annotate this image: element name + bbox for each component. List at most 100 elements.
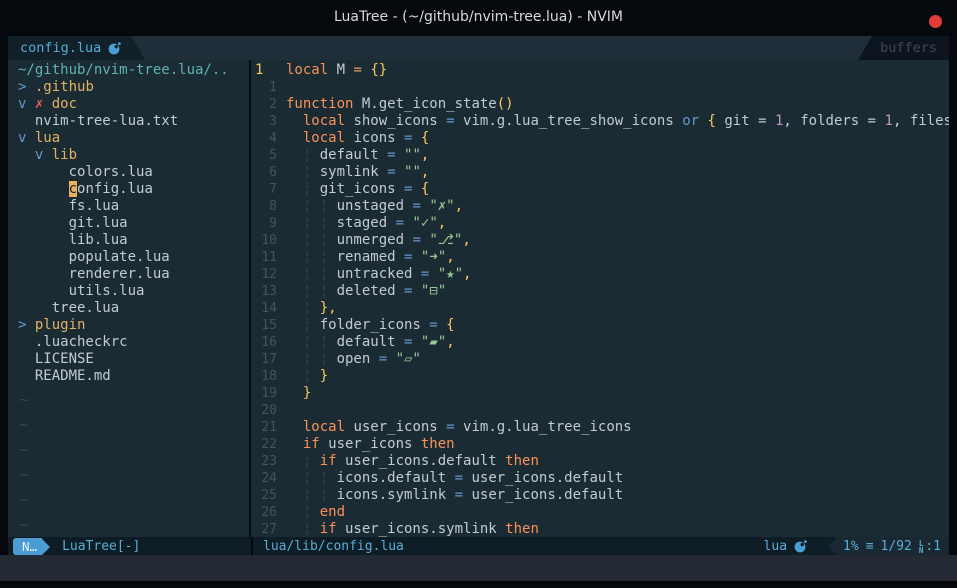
tilde-filler: ~ (20, 438, 28, 463)
filetype-label: lua (764, 537, 787, 556)
line-number: 9 (251, 215, 277, 232)
cursor-position-segment: 1% ≡ 1/92 L N :1 (837, 537, 949, 556)
line-number-icon: L N (919, 540, 924, 554)
code-text: ¦ ¦ icons.default = user_icons.default (286, 470, 623, 487)
code-line[interactable]: 2function M.get_icon_state() (251, 96, 949, 113)
line-number: 11 (251, 249, 277, 266)
code-text: ¦ git_icons = { (286, 181, 429, 198)
code-line[interactable]: 25 ¦ ¦ icons.symlink = user_icons.defaul… (251, 487, 949, 504)
code-text: ¦ folder_icons = { (286, 317, 455, 334)
file-tree: ~/github/nvim-tree.lua/..> .githubv ✗ do… (8, 60, 251, 537)
tree-row[interactable]: v lua (8, 130, 249, 147)
code-line[interactable]: 18 ¦ } (251, 368, 949, 385)
line-position: 1/92 (881, 537, 912, 556)
line-number: 22 (251, 436, 277, 453)
code-line[interactable]: 15 ¦ folder_icons = { (251, 317, 949, 334)
tree-row[interactable]: .luacheckrc (8, 334, 249, 351)
tree-row[interactable]: > .github (8, 79, 249, 96)
code-line[interactable]: 27 ¦ if user_icons.symlink then (251, 521, 949, 537)
line-number: 15 (251, 317, 277, 334)
line-number: 17 (251, 351, 277, 368)
code-editor[interactable]: 1local M = {}12function M.get_icon_state… (251, 60, 949, 537)
code-text: ¦ ¦ icons.symlink = user_icons.default (286, 487, 623, 504)
code-line[interactable]: 5 ¦ default = "", (251, 147, 949, 164)
tree-row[interactable]: v ✗ doc (8, 96, 249, 113)
code-text: if user_icons then (286, 436, 455, 453)
code-line[interactable]: 17 ¦ ¦ open = "▱" (251, 351, 949, 368)
tabline-buffers[interactable]: buffers (858, 36, 949, 60)
code-line[interactable]: 11 ¦ ¦ renamed = "➜", (251, 249, 949, 266)
tree-row[interactable]: utils.lua (8, 283, 249, 300)
code-text: ¦ ¦ untracked = "★", (286, 266, 471, 283)
line-number: 13 (251, 283, 277, 300)
tree-row[interactable]: LICENSE (8, 351, 249, 368)
code-text: ¦ }, (286, 300, 337, 317)
code-line[interactable]: 24 ¦ ¦ icons.default = user_icons.defaul… (251, 470, 949, 487)
line-number: 4 (251, 130, 277, 147)
file-path: lua/lib/config.lua (263, 537, 764, 556)
titlebar: LuaTree - (~/github/nvim-tree.lua) - NVI… (0, 0, 957, 36)
code-line[interactable]: 8 ¦ ¦ unstaged = "✗", (251, 198, 949, 215)
code-text: local M = {} (286, 62, 387, 79)
code-line[interactable]: 14 ¦ }, (251, 300, 949, 317)
line-number: 18 (251, 368, 277, 385)
close-button[interactable] (929, 15, 942, 28)
tree-row[interactable]: git.lua (8, 215, 249, 232)
tree-row[interactable]: renderer.lua (8, 266, 249, 283)
line-number: 16 (251, 334, 277, 351)
tree-row[interactable]: fs.lua (8, 198, 249, 215)
code-line[interactable]: 7 ¦ git_icons = { (251, 181, 949, 198)
file-tree-rows: ~/github/nvim-tree.lua/..> .githubv ✗ do… (8, 62, 249, 385)
code-line[interactable]: 16 ¦ ¦ default = "▰", (251, 334, 949, 351)
code-line[interactable]: 6 ¦ symlink = "", (251, 164, 949, 181)
tilde-filler: ~ (20, 463, 28, 488)
tree-row[interactable]: v lib (8, 147, 249, 164)
tree-row[interactable]: populate.lua (8, 249, 249, 266)
code-line[interactable]: 22 if user_icons then (251, 436, 949, 453)
tab-config-lua[interactable]: config.lua (8, 36, 145, 60)
tabline-fill (145, 36, 858, 60)
column-position: :1 (925, 537, 941, 556)
tree-row[interactable]: README.md (8, 368, 249, 385)
code-line[interactable]: 13 ¦ ¦ deleted = "⊟" (251, 283, 949, 300)
line-number: 1 (251, 79, 277, 96)
nvim-window: LuaTree - (~/github/nvim-tree.lua) - NVI… (0, 0, 957, 588)
tree-buffer-title: LuaTree[-] (62, 537, 140, 556)
lines-icon: ≡ (866, 537, 874, 556)
code-line[interactable]: 3 local show_icons = vim.g.lua_tree_show… (251, 113, 949, 130)
mode-indicator: N… (13, 538, 42, 555)
tree-row[interactable]: colors.lua (8, 164, 249, 181)
tree-row[interactable]: > plugin (8, 317, 249, 334)
code-text: local user_icons = vim.g.lua_tree_icons (286, 419, 632, 436)
tilde-filler: ~ (20, 413, 28, 438)
tab-label: config.lua (20, 40, 101, 56)
scroll-percent: 1% (843, 537, 859, 556)
code-line[interactable]: 26 ¦ end (251, 504, 949, 521)
command-line[interactable] (0, 555, 957, 581)
tree-row[interactable]: nvim-tree-lua.txt (8, 113, 249, 130)
code-line[interactable]: 4 local icons = { (251, 130, 949, 147)
code-text: ¦ ¦ open = "▱" (286, 351, 421, 368)
code-line[interactable]: 23 ¦ if user_icons.default then (251, 453, 949, 470)
powerline-arrow-icon (42, 539, 50, 555)
code-line[interactable]: 21 local user_icons = vim.g.lua_tree_ico… (251, 419, 949, 436)
tree-row[interactable]: ~/github/nvim-tree.lua/.. (8, 62, 249, 79)
code-line[interactable]: 19 } (251, 385, 949, 402)
editor-frame: config.lua buffers ~/github/nvim-tree.lu… (8, 36, 949, 556)
statusbar-tree: N… LuaTree[-] (8, 537, 251, 556)
tree-row[interactable]: tree.lua (8, 300, 249, 317)
tree-row[interactable]: lib.lua (8, 232, 249, 249)
code-line[interactable]: 1 (251, 79, 949, 96)
line-number: 8 (251, 198, 277, 215)
code-line[interactable]: 12 ¦ ¦ untracked = "★", (251, 266, 949, 283)
code-line[interactable]: 9 ¦ ¦ staged = "✓", (251, 215, 949, 232)
code-line[interactable]: 10 ¦ ¦ unmerged = "⎇", (251, 232, 949, 249)
tree-row[interactable]: config.lua (8, 181, 249, 198)
code-line[interactable]: 20 (251, 402, 949, 419)
line-number: 19 (251, 385, 277, 402)
main-split: ~/github/nvim-tree.lua/..> .githubv ✗ do… (8, 60, 949, 537)
line-number: 2 (251, 96, 277, 113)
code-text: ¦ symlink = "", (286, 164, 429, 181)
code-line[interactable]: 1local M = {} (251, 62, 949, 79)
statusbar-file: lua/lib/config.lua lua 1% ≡ 1/92 L N (253, 537, 949, 556)
